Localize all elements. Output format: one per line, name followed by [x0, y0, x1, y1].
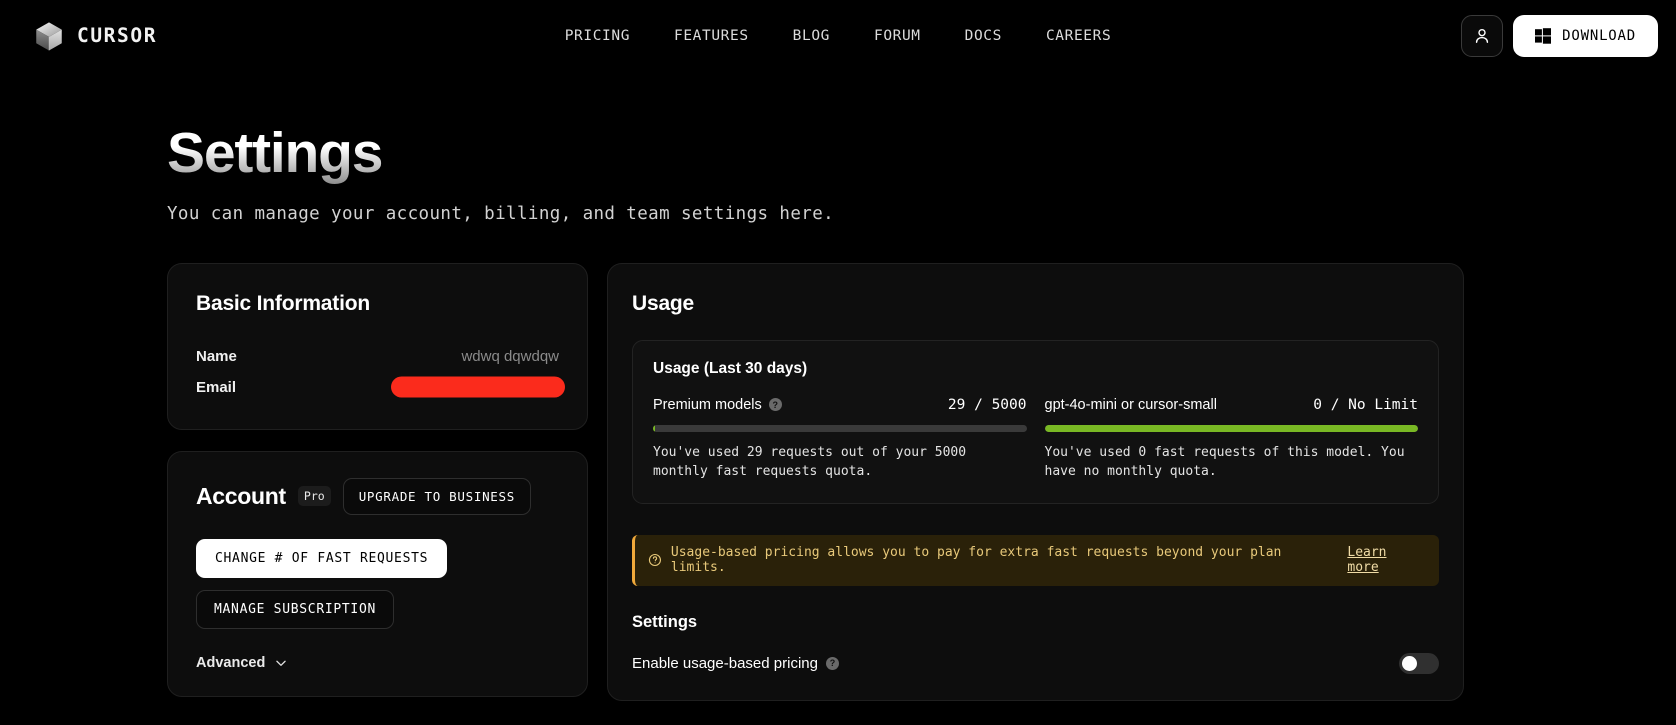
download-button[interactable]: DOWNLOAD [1513, 14, 1658, 57]
toggle-knob [1402, 655, 1417, 671]
usage-section-title: Usage (Last 30 days) [653, 359, 808, 377]
usage-title: Usage [632, 291, 695, 315]
account-header: Account Pro UPGRADE TO BUSINESS [196, 477, 559, 515]
navbar-actions: DOWNLOAD [1461, 14, 1658, 57]
meter-header: Premium models ? 29 / 5000 [653, 397, 1027, 413]
name-label: Name [196, 347, 237, 365]
usage-settings-title: Settings [632, 612, 698, 631]
meter-progress-bar [653, 424, 1027, 432]
left-column: Basic Information Name wdwq dqwdqw Email… [167, 262, 588, 697]
learn-more-link[interactable]: Learn more [1347, 545, 1425, 575]
email-label: Email [196, 378, 237, 396]
nav-link-features[interactable]: FEATURES [674, 28, 749, 44]
account-actions: CHANGE # OF FAST REQUESTS MANAGE SUBSCRI… [196, 515, 559, 629]
meter-label: gpt-4o-mini or cursor-small [1044, 396, 1217, 413]
usage-card: Usage Usage (Last 30 days) Premium model… [607, 262, 1464, 701]
usage-based-pricing-notice: Usage-based pricing allows you to pay fo… [632, 534, 1439, 586]
meter-name: gpt-4o-mini or cursor-small [1045, 397, 1217, 413]
email-value-redacted: redacted-email-address [399, 378, 557, 396]
meter-label: Premium models [653, 396, 762, 413]
page-header: Settings You can manage your account, bi… [0, 71, 1676, 224]
meter-count: 29 / 5000 [947, 396, 1027, 413]
name-value: wdwq dqwdqw [461, 347, 559, 365]
advanced-toggle[interactable]: Advanced [196, 655, 288, 671]
account-button[interactable] [1461, 14, 1504, 57]
usage-meter-gpt4o-mini: gpt-4o-mini or cursor-small 0 / No Limit… [1044, 397, 1419, 482]
manage-subscription-button[interactable]: MANAGE SUBSCRIPTION [196, 589, 395, 629]
nav-link-forum[interactable]: FORUM [874, 28, 921, 44]
usage-based-pricing-toggle[interactable] [1399, 652, 1439, 674]
usage-based-pricing-row: Enable usage-based pricing ? [632, 652, 1439, 674]
meter-count: 0 / No Limit [1313, 396, 1418, 413]
page-subtitle: You can manage your account, billing, an… [167, 203, 835, 224]
main-navigation: PRICING FEATURES BLOG FORUM DOCS CAREERS [565, 28, 1112, 44]
windows-icon [1535, 27, 1552, 44]
meter-note: You've used 29 requests out of your 5000… [653, 444, 967, 479]
info-row-email: Email redacted-email-address [196, 372, 559, 403]
settings-content: Basic Information Name wdwq dqwdqw Email… [0, 224, 1676, 701]
right-column: Usage Usage (Last 30 days) Premium model… [607, 262, 1464, 701]
nav-link-docs[interactable]: DOCS [965, 28, 1002, 44]
advanced-label: Advanced [196, 654, 266, 671]
meter-name: Premium models ? [653, 397, 782, 413]
basic-information-title: Basic Information [196, 291, 370, 315]
notice-text: Usage-based pricing allows you to pay fo… [670, 544, 1282, 575]
toggle-label: Enable usage-based pricing [632, 654, 818, 672]
brand-name: CURSOR [77, 24, 158, 47]
meter-header: gpt-4o-mini or cursor-small 0 / No Limit [1045, 397, 1419, 413]
download-label: DOWNLOAD [1562, 27, 1636, 44]
upgrade-to-business-button[interactable]: UPGRADE TO BUSINESS [342, 477, 531, 515]
plan-badge: Pro [297, 486, 331, 507]
info-row-name: Name wdwq dqwdqw [196, 341, 559, 372]
change-fast-requests-button[interactable]: CHANGE # OF FAST REQUESTS [196, 538, 448, 578]
nav-link-pricing[interactable]: PRICING [565, 28, 630, 44]
meter-note: You've used 0 fast requests of this mode… [1044, 444, 1405, 479]
nav-link-blog[interactable]: BLOG [793, 28, 830, 44]
user-icon [1476, 28, 1489, 43]
info-circle-icon [648, 553, 661, 566]
page-title: Settings [167, 121, 383, 185]
meter-progress-bar [1044, 424, 1418, 432]
meter-progress-fill [653, 424, 656, 432]
question-mark-icon[interactable]: ? [768, 398, 782, 412]
account-card: Account Pro UPGRADE TO BUSINESS CHANGE #… [167, 450, 588, 697]
meter-progress-fill [1044, 424, 1418, 432]
top-navbar: CURSOR PRICING FEATURES BLOG FORUM DOCS … [0, 0, 1676, 71]
usage-meter-premium-models: Premium models ? 29 / 5000 You've used 2… [653, 397, 1027, 482]
usage-meters: Premium models ? 29 / 5000 You've used 2… [653, 397, 1418, 482]
chevron-down-icon [276, 660, 287, 666]
brand-logo[interactable]: CURSOR [32, 19, 157, 53]
basic-information-rows: Name wdwq dqwdqw Email redacted-email-ad… [196, 341, 559, 403]
basic-information-card: Basic Information Name wdwq dqwdqw Email… [167, 262, 588, 430]
question-mark-icon[interactable]: ? [825, 656, 839, 670]
nav-link-careers[interactable]: CAREERS [1046, 28, 1111, 44]
toggle-label-group: Enable usage-based pricing ? [632, 655, 839, 672]
usage-last-30-days-card: Usage (Last 30 days) Premium models ? 29… [632, 339, 1439, 504]
cube-logo-icon [36, 21, 62, 50]
account-title: Account [196, 482, 286, 509]
